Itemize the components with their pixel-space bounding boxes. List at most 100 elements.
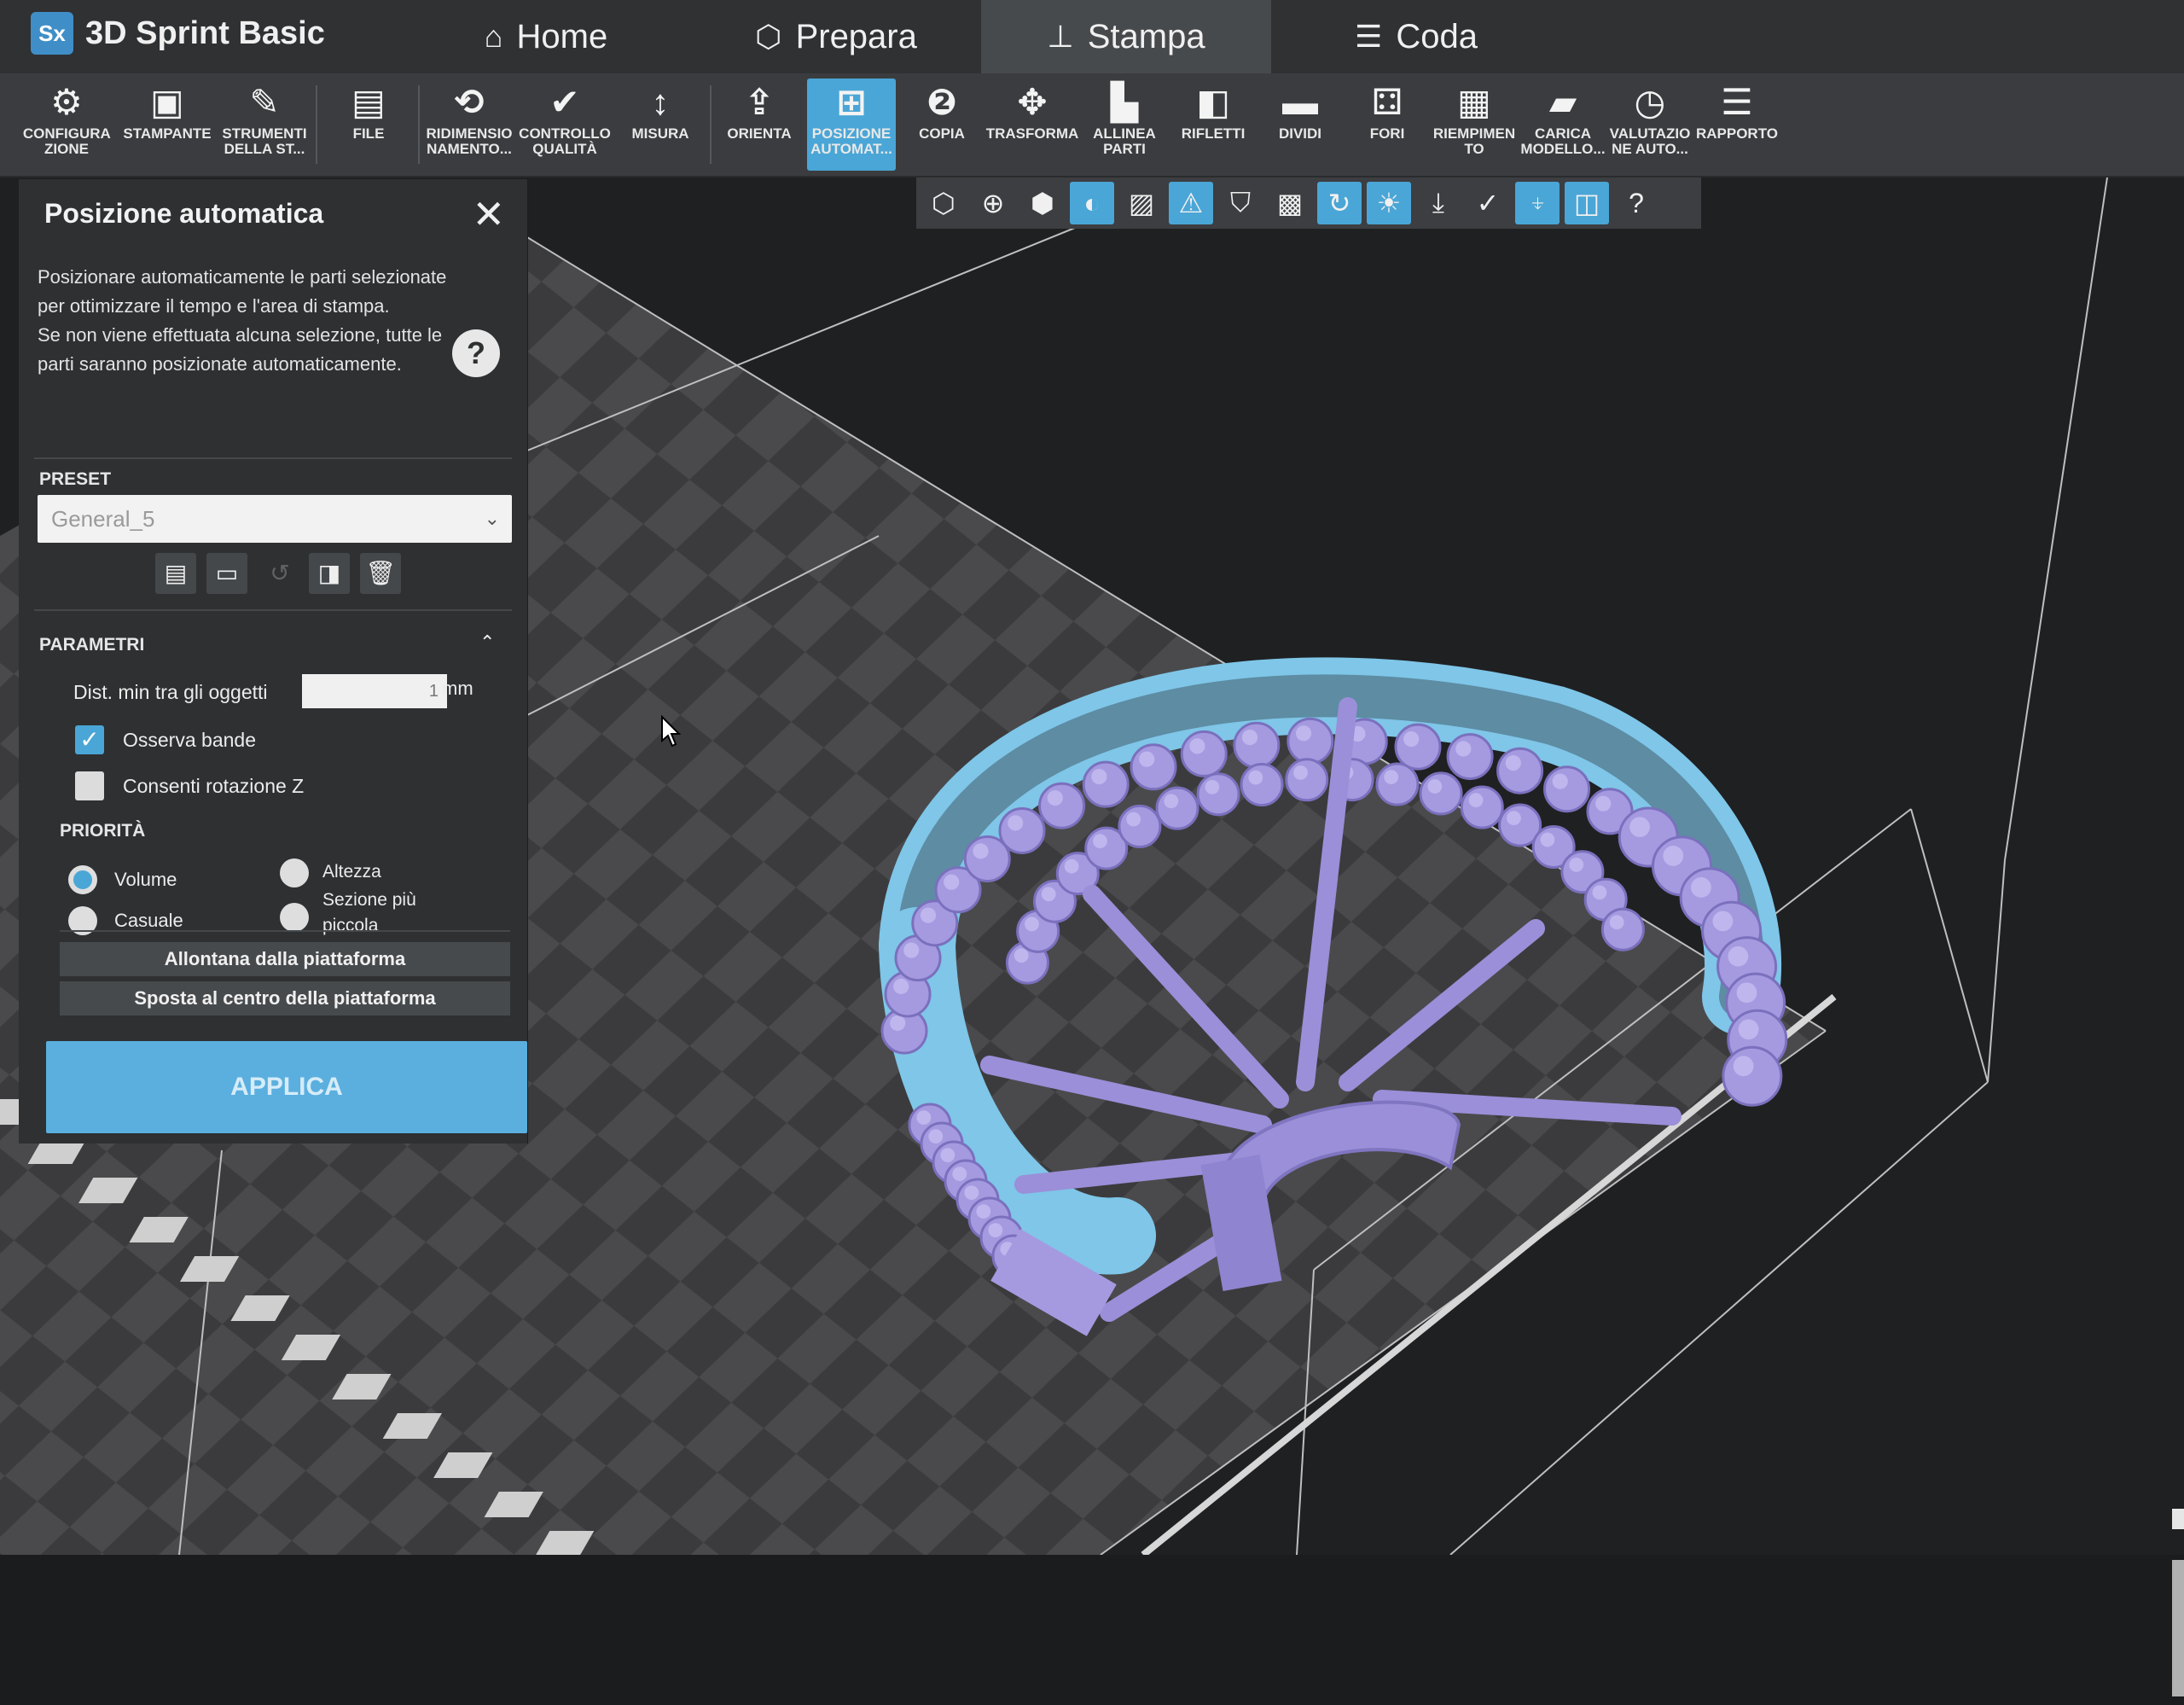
duplicate-preset-icon[interactable]: ◨ [309, 553, 350, 594]
shaded-view-icon[interactable]: ⬢ [1020, 182, 1065, 224]
validate-icon[interactable]: ✓ [1466, 182, 1510, 224]
panel-title: Posizione automatica [44, 198, 324, 229]
allinea-parti-button[interactable]: ▙ ALLINEA PARTI [1082, 79, 1167, 171]
model-bead-highlight [940, 1148, 956, 1162]
view-cube-icon[interactable]: ⬡ [921, 182, 966, 224]
model-bead [998, 806, 1046, 854]
model-bead [1285, 758, 1329, 802]
dividi-button[interactable]: ▬ DIVIDI [1258, 79, 1343, 171]
help-button[interactable]: ? [452, 329, 500, 377]
model-bead-highlight [1728, 946, 1749, 967]
auto-position-icon: ⊞ [836, 82, 867, 122]
layer-view-icon[interactable]: ⛉ [1218, 182, 1263, 224]
riempimento-button[interactable]: ▦ RIEMPIMEN TO [1432, 79, 1517, 171]
infill-icon: ▦ [1457, 82, 1491, 122]
trasforma-button[interactable]: ✥ TRASFORMA [986, 79, 1079, 171]
tab-label: Home [516, 17, 608, 55]
checker-view-icon[interactable]: ▩ [1268, 182, 1312, 224]
osserva-bande-checkbox[interactable]: ✓ [75, 725, 104, 754]
model-bead-highlight [1205, 779, 1220, 794]
ridimensionamento-button[interactable]: ⟲ RIDIMENSIO NAMENTO... [426, 79, 512, 171]
carica-modello-button[interactable]: ▰ CARICA MODELLO... [1520, 79, 1606, 171]
new-preset-icon[interactable]: ▤ [155, 553, 196, 594]
dist-min-input[interactable]: 1 [302, 674, 447, 708]
priority-volume-radio[interactable] [68, 865, 97, 894]
copia-button[interactable]: ❷ COPIA [899, 79, 985, 171]
stampante-button[interactable]: ▣ STAMPANTE [123, 79, 211, 171]
support-view-icon[interactable]: ⍖ [1515, 182, 1560, 224]
close-icon[interactable]: ✕ [472, 191, 505, 237]
model-bead [1038, 782, 1086, 829]
valutazione-auto-button[interactable]: ◷ VALUTAZIO NE AUTO... [1607, 79, 1693, 171]
model-bead [1196, 772, 1240, 817]
model-bead-highlight [1041, 887, 1056, 902]
delete-preset-icon[interactable]: 🗑 [360, 553, 401, 594]
model-bead-highlight [1126, 812, 1141, 827]
allontana-button[interactable]: Allontana dalla piattaforma [60, 942, 510, 976]
rotate-view-icon[interactable]: ↻ [1317, 182, 1362, 224]
misura-button[interactable]: ↕ MISURA [618, 79, 703, 171]
tab-prepara[interactable]: ⬡ Prepara [734, 0, 938, 73]
tab-stampa[interactable]: ⊥ Stampa [981, 0, 1271, 73]
zoom-icon[interactable]: ⊕ [971, 182, 1015, 224]
drop-to-plate-icon[interactable]: ⤓ [1416, 182, 1461, 224]
tab-label: Stampa [1087, 17, 1205, 55]
overhang-icon[interactable]: ⚠ [1169, 182, 1213, 224]
tab-label: Coda [1396, 17, 1478, 55]
help-icon[interactable]: ? [1614, 182, 1658, 224]
view-toolbar: ⬡ ⊕ ⬢ ◐ ▨ ⚠ ⛉ ▩ ↻ ☀ ⤓ ✓ ⍖ ◫ ? [916, 177, 1701, 229]
tab-home[interactable]: ⌂ Home [444, 0, 648, 73]
rotazione-z-label: Consenti rotazione Z [123, 775, 305, 797]
model-bead-highlight [1592, 885, 1607, 900]
lighting-icon[interactable]: ☀ [1367, 182, 1411, 224]
model-bead-highlight [1248, 770, 1263, 785]
resize-icon: ⟲ [454, 82, 485, 122]
orienta-button[interactable]: ⇪ ORIENTA [717, 79, 802, 171]
timer-icon: ◷ [1634, 82, 1666, 122]
priority-altezza-radio[interactable] [280, 858, 309, 887]
rapporto-button[interactable]: ☰ RAPPORTO [1694, 79, 1780, 171]
model-bead-highlight [1629, 817, 1650, 838]
document-icon: ▤ [351, 82, 386, 122]
configurazione-button[interactable]: ⚙ CONFIGURA ZIONE [23, 79, 111, 171]
model-bead-highlight [964, 1185, 979, 1200]
model-bead-highlight [1733, 1056, 1754, 1077]
model-bead-highlight [1025, 917, 1039, 932]
render-mode-icon[interactable]: ◐ [1070, 182, 1114, 224]
right-side-toolbar[interactable] [2172, 1509, 2184, 1705]
auto-position-panel: Posizione automatica ✕ Posizionare autom… [19, 179, 528, 1143]
model-bead-highlight [1164, 794, 1179, 809]
applica-button[interactable]: APPLICA [46, 1041, 527, 1133]
model-bead-highlight [1008, 815, 1024, 831]
posizione-automatica-button[interactable]: ⊞ POSIZIONE AUTOMAT... [807, 79, 896, 171]
rifletti-button[interactable]: ◧ RIFLETTI [1170, 79, 1256, 171]
fori-button[interactable]: ⚃ FORI [1345, 79, 1430, 171]
priority-sezione-radio[interactable] [280, 903, 309, 932]
model-bead-highlight [1552, 773, 1568, 789]
model-bead-highlight [1139, 751, 1155, 767]
sposta-centro-button[interactable]: Sposta al centro della piattaforma [60, 981, 510, 1015]
tab-coda[interactable]: ☰ Coda [1331, 0, 1502, 73]
dist-unit: mm [442, 678, 473, 699]
model-bead [1155, 786, 1199, 830]
tab-label: Prepara [795, 17, 917, 55]
file-button[interactable]: ▤ FILE [326, 79, 411, 171]
preset-dropdown[interactable]: General_5 ⌄ [38, 495, 512, 543]
save-preset-icon[interactable]: ▭ [206, 553, 247, 594]
section-view-icon[interactable]: ▨ [1119, 182, 1164, 224]
undo-icon[interactable]: ↺ [259, 553, 300, 594]
priority-casuale-label: Casuale [114, 910, 183, 931]
controllo-qualita-button[interactable]: ✔ CONTROLLO QUALITÀ [519, 79, 611, 171]
model-bead-highlight [1738, 1019, 1759, 1040]
model-bead-highlight [890, 1015, 906, 1031]
strumenti-button[interactable]: ✎ STRUMENTI DELLA ST... [222, 79, 307, 171]
rotazione-z-checkbox[interactable] [75, 771, 104, 800]
model-bead-highlight [1505, 755, 1521, 771]
cube-icon: ⬡ [755, 19, 782, 54]
holes-icon: ⚃ [1371, 82, 1403, 122]
build-volume-icon[interactable]: ◫ [1565, 182, 1609, 224]
report-icon: ☰ [1721, 82, 1753, 122]
model-bead [1287, 717, 1334, 765]
model-bead-highlight [928, 1129, 944, 1143]
collapse-chevron-icon[interactable]: ⌃ [479, 631, 495, 654]
